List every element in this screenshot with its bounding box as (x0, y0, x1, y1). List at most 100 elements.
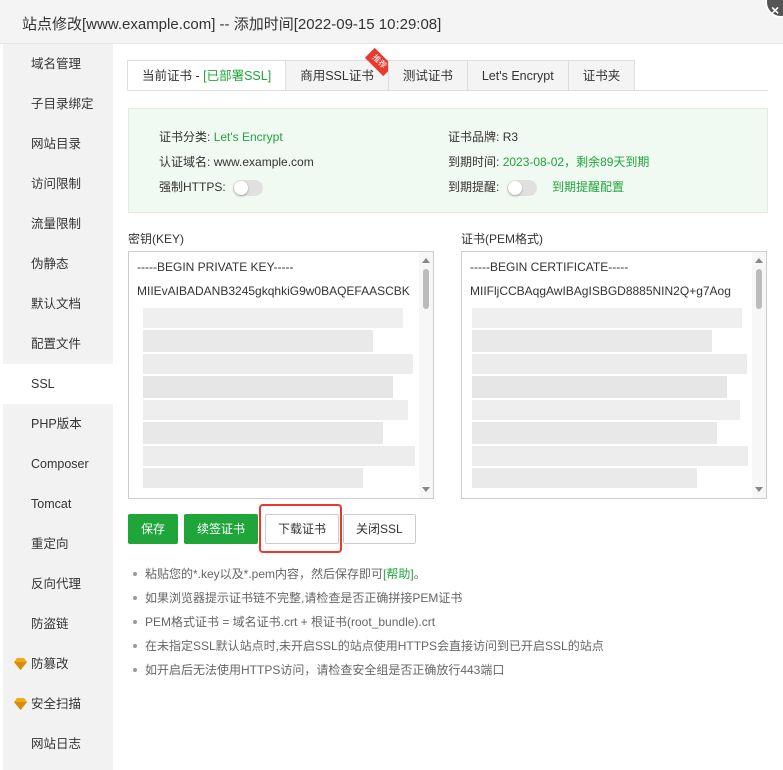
tab-label: Let's Encrypt (481, 69, 554, 83)
renew-cert-button[interactable]: 续签证书 (184, 514, 259, 544)
tab-current-cert[interactable]: 当前证书 - [已部署SSL] (127, 60, 287, 91)
sidebar-item-composer[interactable]: Composer (3, 444, 113, 484)
sidebar-item-tamper-proof[interactable]: 防篡改 (3, 644, 113, 684)
tab-divider (128, 90, 768, 91)
help-link[interactable]: [帮助] (383, 567, 414, 581)
sidebar-item-default-doc[interactable]: 默认文档 (3, 284, 113, 324)
key-scrollbar[interactable] (419, 252, 433, 498)
sidebar-item-ssl[interactable]: SSL (3, 364, 113, 404)
key-textarea[interactable]: -----BEGIN PRIVATE KEY----- MIIEvAIBADAN… (128, 251, 434, 499)
cert-expiry-value: 2023-08-02，剩余89天到期 (502, 155, 650, 169)
scroll-down-icon[interactable] (755, 487, 763, 492)
sidebar-item-label: 重定向 (31, 537, 69, 551)
cert-domain-label: 认证域名: (159, 155, 211, 169)
redacted-block (143, 422, 383, 444)
scroll-up-icon[interactable] (755, 258, 763, 263)
redacted-block (472, 422, 717, 444)
force-https-label: 强制HTTPS: (159, 180, 226, 194)
sidebar-item-label: 网站目录 (31, 137, 82, 151)
cert-line-1: -----BEGIN CERTIFICATE----- (470, 260, 629, 274)
main-panel: 当前证书 - [已部署SSL] 商用SSL证书 推荐 测试证书 Let's En… (113, 44, 783, 770)
note-text: 如开启后无法使用HTTPS访问，请检查安全组是否正确放行443端口 (145, 663, 505, 677)
sidebar-item-rewrite[interactable]: 伪静态 (3, 244, 113, 284)
tab-label: 商用SSL证书 (300, 69, 374, 83)
cert-domain: 认证域名: www.example.com (159, 153, 314, 170)
cert-brand-label: 证书品牌: (448, 130, 500, 144)
cert-scrollbar[interactable] (752, 252, 766, 498)
cert-line-2: MIIFljCCBAqgAwIBAgISBGD8885NIN2Q+g7Aog (470, 284, 731, 298)
sidebar-item-traffic-limit[interactable]: 流量限制 (3, 204, 113, 244)
tab-cert-folder[interactable]: 证书夹 (567, 60, 636, 91)
close-ssl-button[interactable]: 关闭SSL (343, 514, 416, 544)
sidebar-item-hotlink[interactable]: 防盗链 (3, 604, 113, 644)
note-text: 如果浏览器提示证书链不完整,请检查是否正确拼接PEM证书 (145, 591, 463, 605)
sidebar-item-tomcat[interactable]: Tomcat (3, 484, 113, 524)
redacted-block (143, 400, 408, 420)
sidebar-item-label: 默认文档 (31, 297, 82, 311)
note-text: 。 (413, 567, 426, 581)
cert-expiry: 到期时间: 2023-08-02，剩余89天到期 (448, 153, 649, 170)
expiry-reminder-toggle[interactable] (506, 179, 537, 196)
sidebar-item-label: 域名管理 (31, 57, 82, 71)
force-https-toggle[interactable] (233, 179, 264, 196)
note-item: PEM格式证书 = 域名证书.crt + 根证书(root_bundle).cr… (131, 610, 604, 634)
expiry-reminder: 到期提醒: 到期提醒配置 (448, 178, 624, 196)
scroll-up-icon[interactable] (422, 258, 430, 263)
cert-info-box: 证书分类: Let's Encrypt 证书品牌: R3 认证域名: www.e… (128, 108, 768, 213)
sidebar-item-php-version[interactable]: PHP版本 (3, 404, 113, 444)
expiry-reminder-config-link[interactable]: 到期提醒配置 (552, 180, 624, 194)
note-text: 粘贴您的*.key以及*.pem内容，然后保存即可 (145, 567, 384, 581)
redacted-block (472, 308, 742, 328)
expiry-reminder-label: 到期提醒: (448, 180, 500, 194)
redacted-block (143, 354, 413, 374)
sidebar-item-label: 配置文件 (31, 337, 82, 351)
sidebar-item-access-limit[interactable]: 访问限制 (3, 164, 113, 204)
redacted-block (143, 308, 403, 328)
cert-category-value: Let's Encrypt (213, 130, 283, 144)
scrollbar-thumb[interactable] (756, 269, 762, 309)
cert-domain-value: www.example.com (213, 155, 314, 169)
redacted-block (143, 446, 415, 466)
save-button[interactable]: 保存 (128, 514, 179, 544)
cert-category-label: 证书分类: (159, 130, 211, 144)
sidebar-item-subdir[interactable]: 子目录绑定 (3, 84, 113, 124)
sidebar-item-label: 访问限制 (31, 177, 82, 191)
redacted-block (472, 468, 697, 488)
sidebar-item-label: 防篡改 (31, 657, 69, 671)
redacted-block (143, 376, 393, 398)
redacted-block (472, 400, 740, 420)
cert-category: 证书分类: Let's Encrypt (159, 128, 283, 145)
scrollbar-thumb[interactable] (423, 269, 429, 309)
redacted-block (472, 446, 748, 466)
note-text: PEM格式证书 = 域名证书.crt + 根证书(root_bundle).cr… (145, 615, 436, 629)
redacted-block (143, 330, 373, 352)
force-https: 强制HTTPS: (159, 178, 264, 196)
sidebar-item-config-file[interactable]: 配置文件 (3, 324, 113, 364)
window-title: 站点修改[www.example.com] -- 添加时间[2022-09-15… (22, 16, 442, 33)
redacted-block (472, 376, 727, 398)
tab-lets-encrypt[interactable]: Let's Encrypt (466, 60, 569, 91)
download-cert-button[interactable]: 下载证书 (265, 514, 340, 544)
scroll-down-icon[interactable] (422, 487, 430, 492)
sidebar-item-label: SSL (31, 377, 55, 391)
sidebar-item-reverse-proxy[interactable]: 反向代理 (3, 564, 113, 604)
tab-commercial-ssl[interactable]: 商用SSL证书 推荐 (285, 47, 393, 91)
cert-brand-value: R3 (502, 130, 519, 144)
sidebar-item-redirect[interactable]: 重定向 (3, 524, 113, 564)
note-item: 在未指定SSL默认站点时,未开启SSL的站点使用HTTPS会直接访问到已开启SS… (131, 634, 604, 658)
sidebar-item-label: Composer (31, 457, 89, 471)
cert-textarea[interactable]: -----BEGIN CERTIFICATE----- MIIFljCCBAqg… (461, 251, 767, 499)
sidebar-item-label: 伪静态 (31, 257, 69, 271)
sidebar-item-site-dir[interactable]: 网站目录 (3, 124, 113, 164)
sidebar-item-domain[interactable]: 域名管理 (3, 44, 113, 84)
redacted-block (472, 330, 712, 352)
redacted-block (143, 468, 363, 488)
cert-label: 证书(PEM格式) (461, 232, 543, 246)
ssl-tabs: 当前证书 - [已部署SSL] 商用SSL证书 推荐 测试证书 Let's En… (127, 47, 636, 91)
sidebar: 域名管理 子目录绑定 网站目录 访问限制 流量限制 伪静态 默认文档 配置文件 … (3, 44, 113, 770)
sidebar-item-label: 安全扫描 (31, 697, 82, 711)
sidebar-item-site-log[interactable]: 网站日志 (3, 724, 113, 764)
tab-test-cert[interactable]: 测试证书 (387, 60, 468, 91)
sidebar-item-security-scan[interactable]: 安全扫描 (3, 684, 113, 724)
key-line-2: MIIEvAIBADANB3245gkqhkiG9w0BAQEFAASCBK (137, 284, 410, 298)
